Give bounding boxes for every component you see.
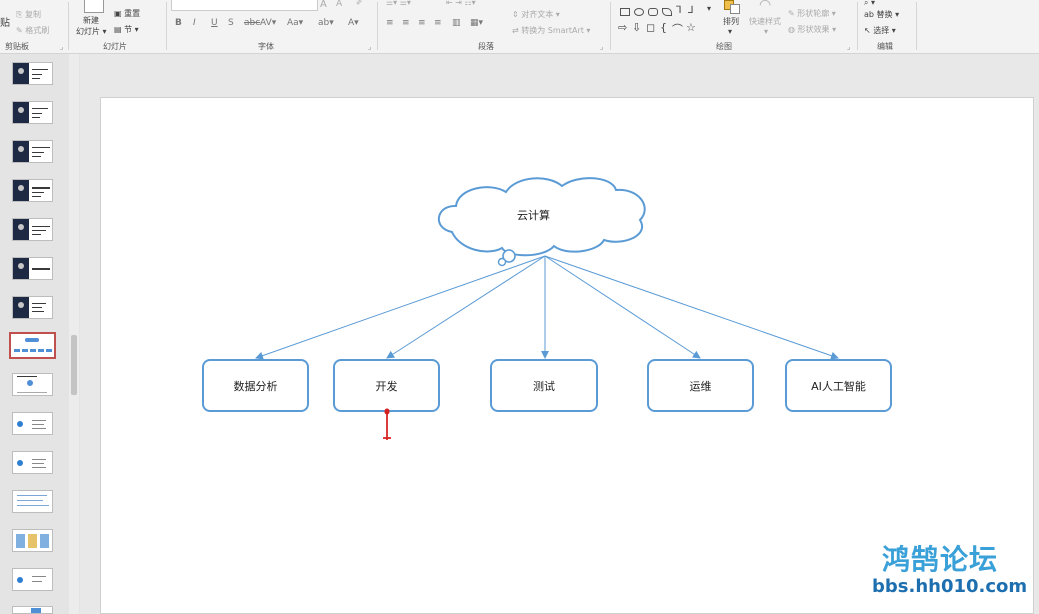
box-testing[interactable]: 测试 (490, 359, 598, 412)
arrow-to-data-analysis[interactable] (255, 255, 546, 360)
cloud-tail-circle (497, 257, 507, 267)
box-development[interactable]: 开发 (333, 359, 440, 412)
watermark-title: 鸿鹄论坛 (882, 543, 999, 576)
watermark-url: bbs.hh010.com (872, 576, 1028, 597)
arrow-to-ai[interactable] (544, 255, 839, 360)
diagram-layer (255, 177, 839, 440)
box-operations[interactable]: 运维 (647, 359, 754, 412)
arrow-to-operations[interactable] (544, 255, 701, 359)
cloud-label: 云计算 (517, 209, 550, 222)
box-ai[interactable]: AI人工智能 (785, 359, 892, 412)
arrow-to-development[interactable] (386, 255, 546, 359)
box-data-analysis[interactable]: 数据分析 (202, 359, 309, 412)
